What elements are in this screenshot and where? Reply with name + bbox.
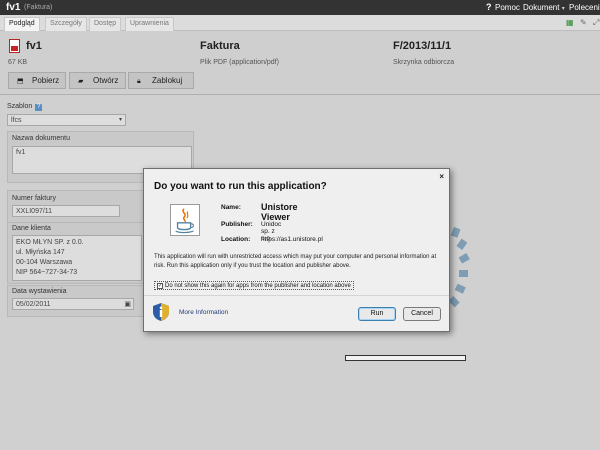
template-select[interactable]: lfcs ▾ [7, 114, 126, 126]
security-warning: This application will run with unrestric… [154, 254, 437, 269]
download-button[interactable]: ⬒ Pobierz [8, 72, 66, 89]
more-information-link[interactable]: More Information [179, 309, 228, 316]
close-icon[interactable]: × [439, 172, 444, 181]
tab-strip: Podgląd Szczegóły Dostęp Uprawnienia ▦ ✎… [0, 15, 600, 31]
location-label: Location: [221, 236, 251, 243]
client-line: EKO MŁYN SP. z 0.0. [16, 239, 84, 246]
document-menu[interactable]: Dokument ▾ [523, 3, 565, 12]
top-bar: fv1 (Faktura) ? Pomoc Dokument ▾ Polecen… [0, 0, 600, 15]
commands-menu[interactable]: Polecenia [569, 3, 600, 12]
document-number: F/2013/11/1 [393, 40, 452, 52]
document-mailbox: Skrzynka odbiorcza [393, 59, 455, 66]
open-folder-icon: ▰ [78, 78, 84, 85]
document-mime: Plik PDF (application/pdf) [200, 59, 279, 66]
tab-access[interactable]: Dostęp [89, 17, 122, 31]
issue-date-field[interactable]: 05/02/2011 ▣ [12, 298, 134, 310]
issue-date-value: 05/02/2011 [16, 301, 51, 308]
name-value: Unistore Viewer [261, 202, 298, 222]
run-application-dialog: × Do you want to run this application? N… [143, 168, 450, 332]
client-line: NIP 564~727-34-73 [16, 269, 78, 276]
chevron-down-icon: ▾ [561, 6, 565, 12]
invoice-number-field[interactable]: XXLI097/11 [12, 205, 120, 217]
window-subtitle: (Faktura) [24, 4, 53, 11]
template-label-text: Szablon [7, 103, 33, 110]
name-label: Name: [221, 204, 241, 211]
checkbox-check-icon[interactable]: ✓ [157, 283, 163, 289]
checkbox-label: Do not show this again for apps from the… [165, 283, 351, 289]
dialog-divider [144, 295, 449, 296]
open-button-label: Otwórz [93, 76, 119, 85]
template-value: lfcs [11, 117, 22, 124]
invoice-number-value: XXLI097/11 [16, 208, 53, 215]
document-name-label: Nazwa dokumentu [12, 135, 70, 142]
run-button[interactable]: Run [358, 307, 396, 321]
document-menu-label: Dokument [523, 3, 560, 12]
document-name-value: fv1 [16, 149, 26, 156]
client-label: Dane klienta [12, 225, 51, 232]
progress-bar [345, 355, 466, 361]
document-header: fv1 67 KB Faktura Plik PDF (application/… [0, 31, 600, 95]
document-name: fv1 [26, 40, 42, 52]
document-type: Faktura [200, 40, 240, 52]
lock-icon: 🔒︎ [137, 78, 141, 85]
chevron-down-icon: ▾ [118, 117, 122, 123]
tab-permissions[interactable]: Uprawnienia [125, 17, 174, 31]
download-icon: ⬒ [17, 78, 24, 85]
dialog-title: Do you want to run this application? [154, 181, 327, 192]
java-icon [170, 204, 200, 236]
invoice-number-label: Numer faktury [12, 195, 56, 202]
expand-icon[interactable]: ⤢ [593, 18, 599, 28]
help-badge-icon[interactable]: ? [35, 104, 43, 111]
client-field[interactable]: EKO MŁYN SP. z 0.0. ul. Młyńska 147 00-1… [12, 235, 142, 281]
info-shield-icon [153, 303, 169, 321]
help-link[interactable]: Pomoc [495, 3, 520, 12]
template-label: Szablon? [7, 103, 43, 111]
cancel-button[interactable]: Cancel [403, 307, 441, 321]
do-not-show-checkbox[interactable]: ✓ Do not show this again for apps from th… [154, 281, 354, 290]
tab-preview[interactable]: Podgląd [4, 17, 40, 31]
location-value: https://as1.unistore.pl [261, 236, 323, 243]
open-button[interactable]: ▰ Otwórz [69, 72, 126, 89]
publisher-label: Publisher: [221, 221, 253, 228]
lock-button-label: Zablokuj [152, 76, 183, 85]
spreadsheet-icon[interactable]: ▦ [566, 18, 574, 27]
pdf-file-icon [9, 39, 20, 53]
download-button-label: Pobierz [32, 76, 60, 85]
issue-date-label: Data wystawienia [12, 288, 67, 295]
document-size: 67 KB [8, 59, 28, 66]
client-line: 00-104 Warszawa [16, 259, 73, 266]
client-line: ul. Młyńska 147 [16, 249, 65, 256]
lock-button[interactable]: 🔒︎ Zablokuj [128, 72, 194, 89]
tab-details[interactable]: Szczegóły [45, 17, 87, 31]
help-icon[interactable]: ? [486, 2, 492, 12]
edit-icon[interactable]: ✎ [580, 18, 587, 27]
calendar-icon[interactable]: ▣ [124, 300, 131, 308]
window-title: fv1 [6, 2, 21, 13]
